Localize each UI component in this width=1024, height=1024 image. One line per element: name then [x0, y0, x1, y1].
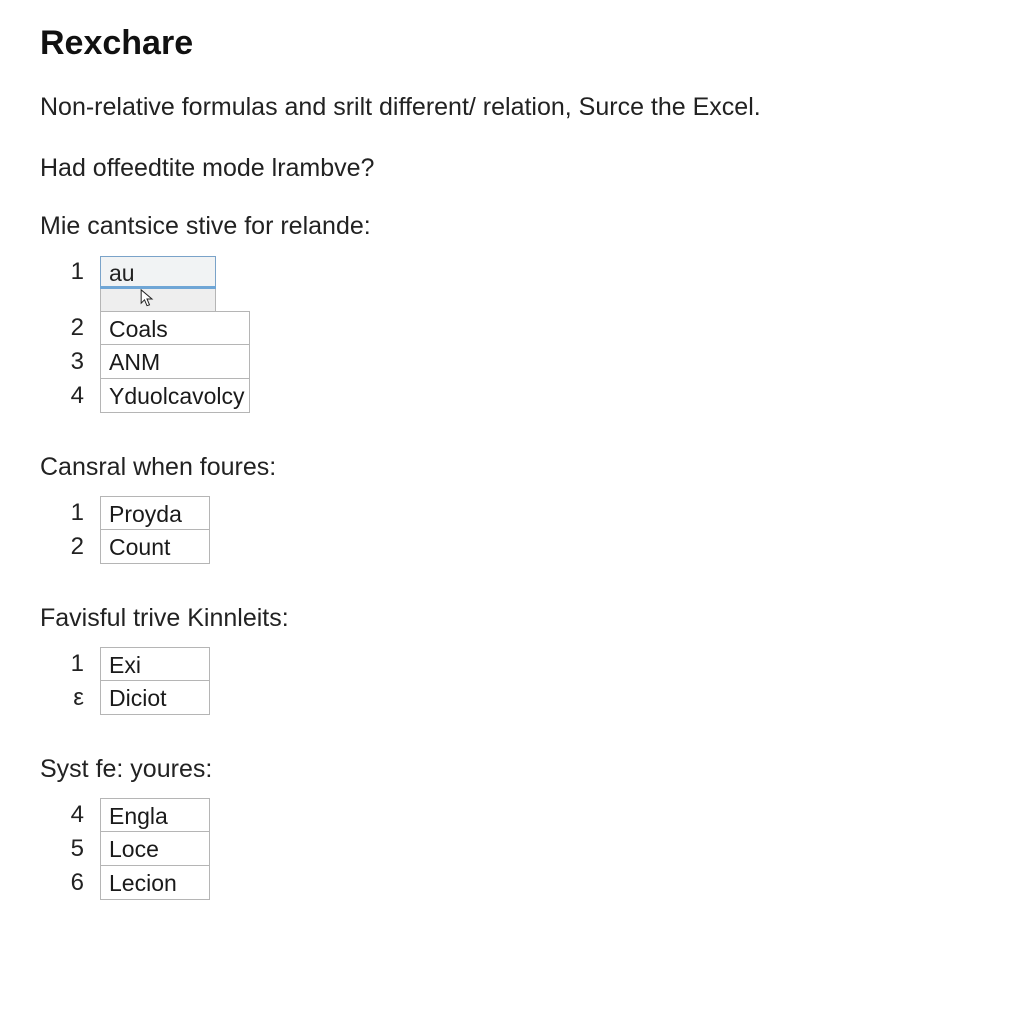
intro-paragraph-1: Non-relative formulas and srilt differen… [40, 91, 984, 124]
section-1-label: Mie cantsice stive for relande: [40, 212, 984, 241]
section-4: Syst fe: youres: 4 Engla 5 Loce 6 Lecion [40, 755, 984, 900]
cell[interactable]: Coals [100, 311, 250, 345]
section-2-label: Cansral when foures: [40, 453, 984, 482]
cursor-icon [140, 289, 154, 309]
section-3-label: Favisful trive Kinnleits: [40, 604, 984, 633]
row-number: ε [40, 684, 100, 712]
cell[interactable]: Diciot [100, 681, 210, 715]
row-number: 5 [40, 835, 100, 863]
cell[interactable]: Exi [100, 647, 210, 681]
row-number: 2 [40, 314, 100, 342]
cell[interactable]: Engla [100, 798, 210, 832]
cell[interactable]: Count [100, 530, 210, 564]
section-2: Cansral when foures: 1 Proyda 2 Count [40, 453, 984, 564]
section-2-grid: 1 Proyda 2 Count [40, 496, 210, 564]
row-number: 3 [40, 348, 100, 376]
cell[interactable]: Proyda [100, 496, 210, 530]
section-1: Mie cantsice stive for relande: 1 au 2 C… [40, 212, 984, 413]
cell[interactable]: ANM [100, 345, 250, 379]
section-4-label: Syst fe: youres: [40, 755, 984, 784]
row-number: 4 [40, 801, 100, 829]
row-number: 4 [40, 382, 100, 410]
intro-paragraph-2: Had offeedtite mode lrambve? [40, 152, 984, 185]
dropdown-preview[interactable] [100, 289, 216, 311]
section-3-grid: 1 Exi ε Diciot [40, 647, 210, 715]
row-number: 2 [40, 533, 100, 561]
row-number: 1 [40, 258, 100, 286]
row-number: 1 [40, 499, 100, 527]
cell-editing[interactable]: au [100, 256, 216, 288]
row-number: 1 [40, 650, 100, 678]
section-3: Favisful trive Kinnleits: 1 Exi ε Diciot [40, 604, 984, 715]
page-title: Rexchare [40, 24, 984, 63]
cell[interactable]: Lecion [100, 866, 210, 900]
section-1-grid: 1 au 2 Coals 3 ANM 4 Yduolcavolcy [40, 255, 250, 413]
section-4-grid: 4 Engla 5 Loce 6 Lecion [40, 798, 210, 900]
cell[interactable]: Yduolcavolcy [100, 379, 250, 413]
cell[interactable]: Loce [100, 832, 210, 866]
row-number: 6 [40, 869, 100, 897]
